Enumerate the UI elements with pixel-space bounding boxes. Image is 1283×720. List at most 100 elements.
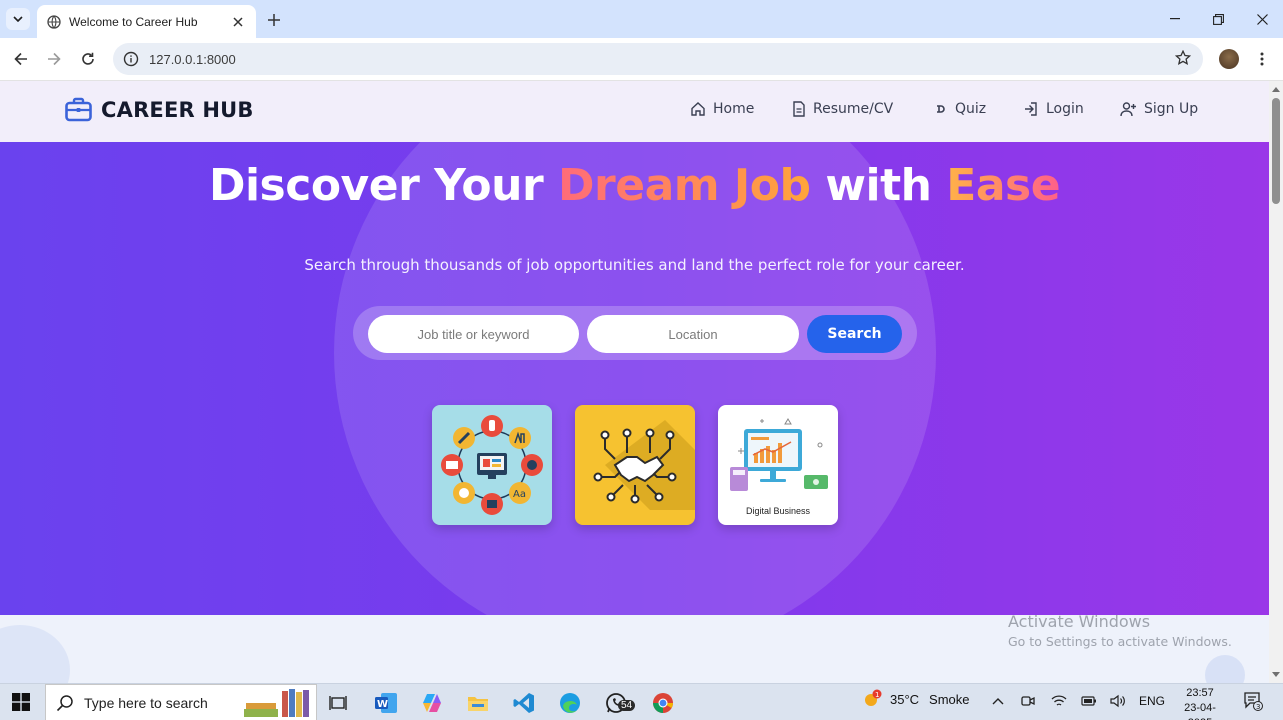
taskbar-word[interactable]: W [372,689,400,717]
arrow-right-icon [48,52,61,66]
windows-logo-icon [12,693,30,711]
keyword-input[interactable] [368,315,579,353]
restore-button[interactable] [1206,8,1230,30]
taskbar-chrome[interactable] [649,689,677,717]
location-input[interactable] [587,315,799,353]
folder-icon [468,697,488,711]
headline-text-2: with [810,160,947,211]
volume-button[interactable] [1109,692,1127,710]
browser-menu-button[interactable] [1254,48,1270,70]
taskbar-search-placeholder: Type here to search [84,694,208,711]
notification-icon: 3 [1244,692,1263,711]
taskbar-copilot[interactable] [418,689,446,717]
copilot-icon [423,694,441,712]
arrow-left-icon [14,52,27,66]
notification-count: 3 [1256,703,1260,711]
address-bar[interactable]: 127.0.0.1:8000 [113,43,1203,75]
page-scrollbar[interactable] [1269,81,1283,683]
edge-icon [560,693,580,713]
svg-text:Aa: Aa [513,489,526,500]
close-window-button[interactable] [1250,8,1274,30]
books-icon [244,689,309,717]
close-tab-icon[interactable] [230,14,246,30]
page-viewport: CAREER HUB Home Resume/CV Quiz Login Sig… [0,81,1269,683]
search-button[interactable]: Search [807,315,902,353]
nav-login[interactable]: Login [1023,101,1084,117]
category-card-business[interactable] [575,405,695,525]
taskbar-search-box[interactable]: Type here to search [45,684,317,720]
nav-quiz[interactable]: Quiz [934,101,986,117]
nav-resume[interactable]: Resume/CV [792,101,893,117]
reload-icon [82,52,94,65]
activate-windows-watermark: Activate Windows Go to Settings to activ… [1008,612,1232,649]
close-icon [1256,13,1268,25]
browser-tab-strip: Welcome to Career Hub [0,0,1283,38]
vscode-icon [513,693,534,713]
profile-avatar[interactable] [1219,49,1239,69]
restore-icon [1212,13,1224,25]
weather-sun-icon: 1 [865,689,882,706]
task-view-button[interactable] [324,689,352,717]
nav-signup-label: Sign Up [1144,101,1199,117]
wifi-icon [1051,695,1067,706]
new-tab-button[interactable] [264,10,284,30]
weather-widget[interactable]: 1 35°C Smoke [862,689,970,709]
nav-resume-label: Resume/CV [813,101,894,117]
category-card-design[interactable]: Aa [432,405,552,525]
decorative-blob [0,625,70,683]
nav-home-label: Home [713,101,755,117]
headline-highlight-dream-job: Dream Job [558,160,811,211]
language-indicator[interactable]: ENG [1139,694,1165,708]
hero-decorative-circle [334,142,936,615]
tab-title: Welcome to Career Hub [69,14,198,29]
taskbar-vscode[interactable] [510,689,538,717]
watermark-subtitle: Go to Settings to activate Windows. [1008,634,1232,649]
category-card-digital-business[interactable]: Digital Business [718,405,838,525]
more-vertical-icon [1260,52,1264,66]
card-caption: Digital Business [745,506,811,516]
watermark-title: Activate Windows [1008,612,1151,631]
quiz-icon [937,105,945,113]
weather-condition: Smoke [929,691,970,707]
nav-home[interactable]: Home [690,101,754,117]
taskbar-edge[interactable] [556,689,584,717]
url-text[interactable]: 127.0.0.1:8000 [149,52,236,67]
reload-button[interactable] [76,47,100,71]
scroll-up-arrow[interactable] [1272,87,1280,92]
back-button[interactable] [9,47,33,71]
weather-alert-count: 1 [875,691,879,699]
forward-button[interactable] [42,47,66,71]
headline-highlight-ease: Ease [946,160,1061,211]
taskbar-clock[interactable]: 23:57 23-04-2025 [1176,686,1224,720]
battery-button[interactable] [1080,692,1098,710]
scroll-down-arrow[interactable] [1272,672,1280,677]
meet-now-button[interactable] [1019,692,1037,710]
camera-icon [1021,696,1035,706]
nav-signup[interactable]: Sign Up [1120,101,1198,117]
chrome-icon [653,693,673,713]
browser-tab[interactable]: Welcome to Career Hub [37,5,256,38]
bookmark-star-icon[interactable] [1175,50,1191,66]
globe-icon [47,14,61,29]
taskbar-file-explorer[interactable] [464,689,492,717]
home-icon [691,102,705,116]
nav-login-label: Login [1046,101,1084,117]
scrollbar-thumb[interactable] [1272,98,1280,204]
login-icon [1025,102,1037,116]
tab-search-button[interactable] [6,8,30,30]
minimize-button[interactable] [1163,8,1187,30]
site-navbar: CAREER HUB Home Resume/CV Quiz Login Sig… [0,81,1269,142]
headline-text-1: Discover Your [208,160,558,211]
svg-text:W: W [377,699,388,710]
site-info-icon[interactable] [123,51,139,67]
nav-quiz-label: Quiz [955,101,987,117]
chevron-down-icon [13,16,23,22]
network-button[interactable] [1050,692,1068,710]
start-button[interactable] [12,693,30,716]
clock-date: 23-04-2025 [1184,702,1216,720]
hero-section: Discover Your Dream Job with Ease Search… [0,142,1269,615]
clock-time: 23:57 [1186,687,1214,699]
document-icon [793,101,805,117]
notification-center-button[interactable]: 3 [1243,691,1263,711]
show-hidden-icons-button[interactable] [989,692,1007,710]
